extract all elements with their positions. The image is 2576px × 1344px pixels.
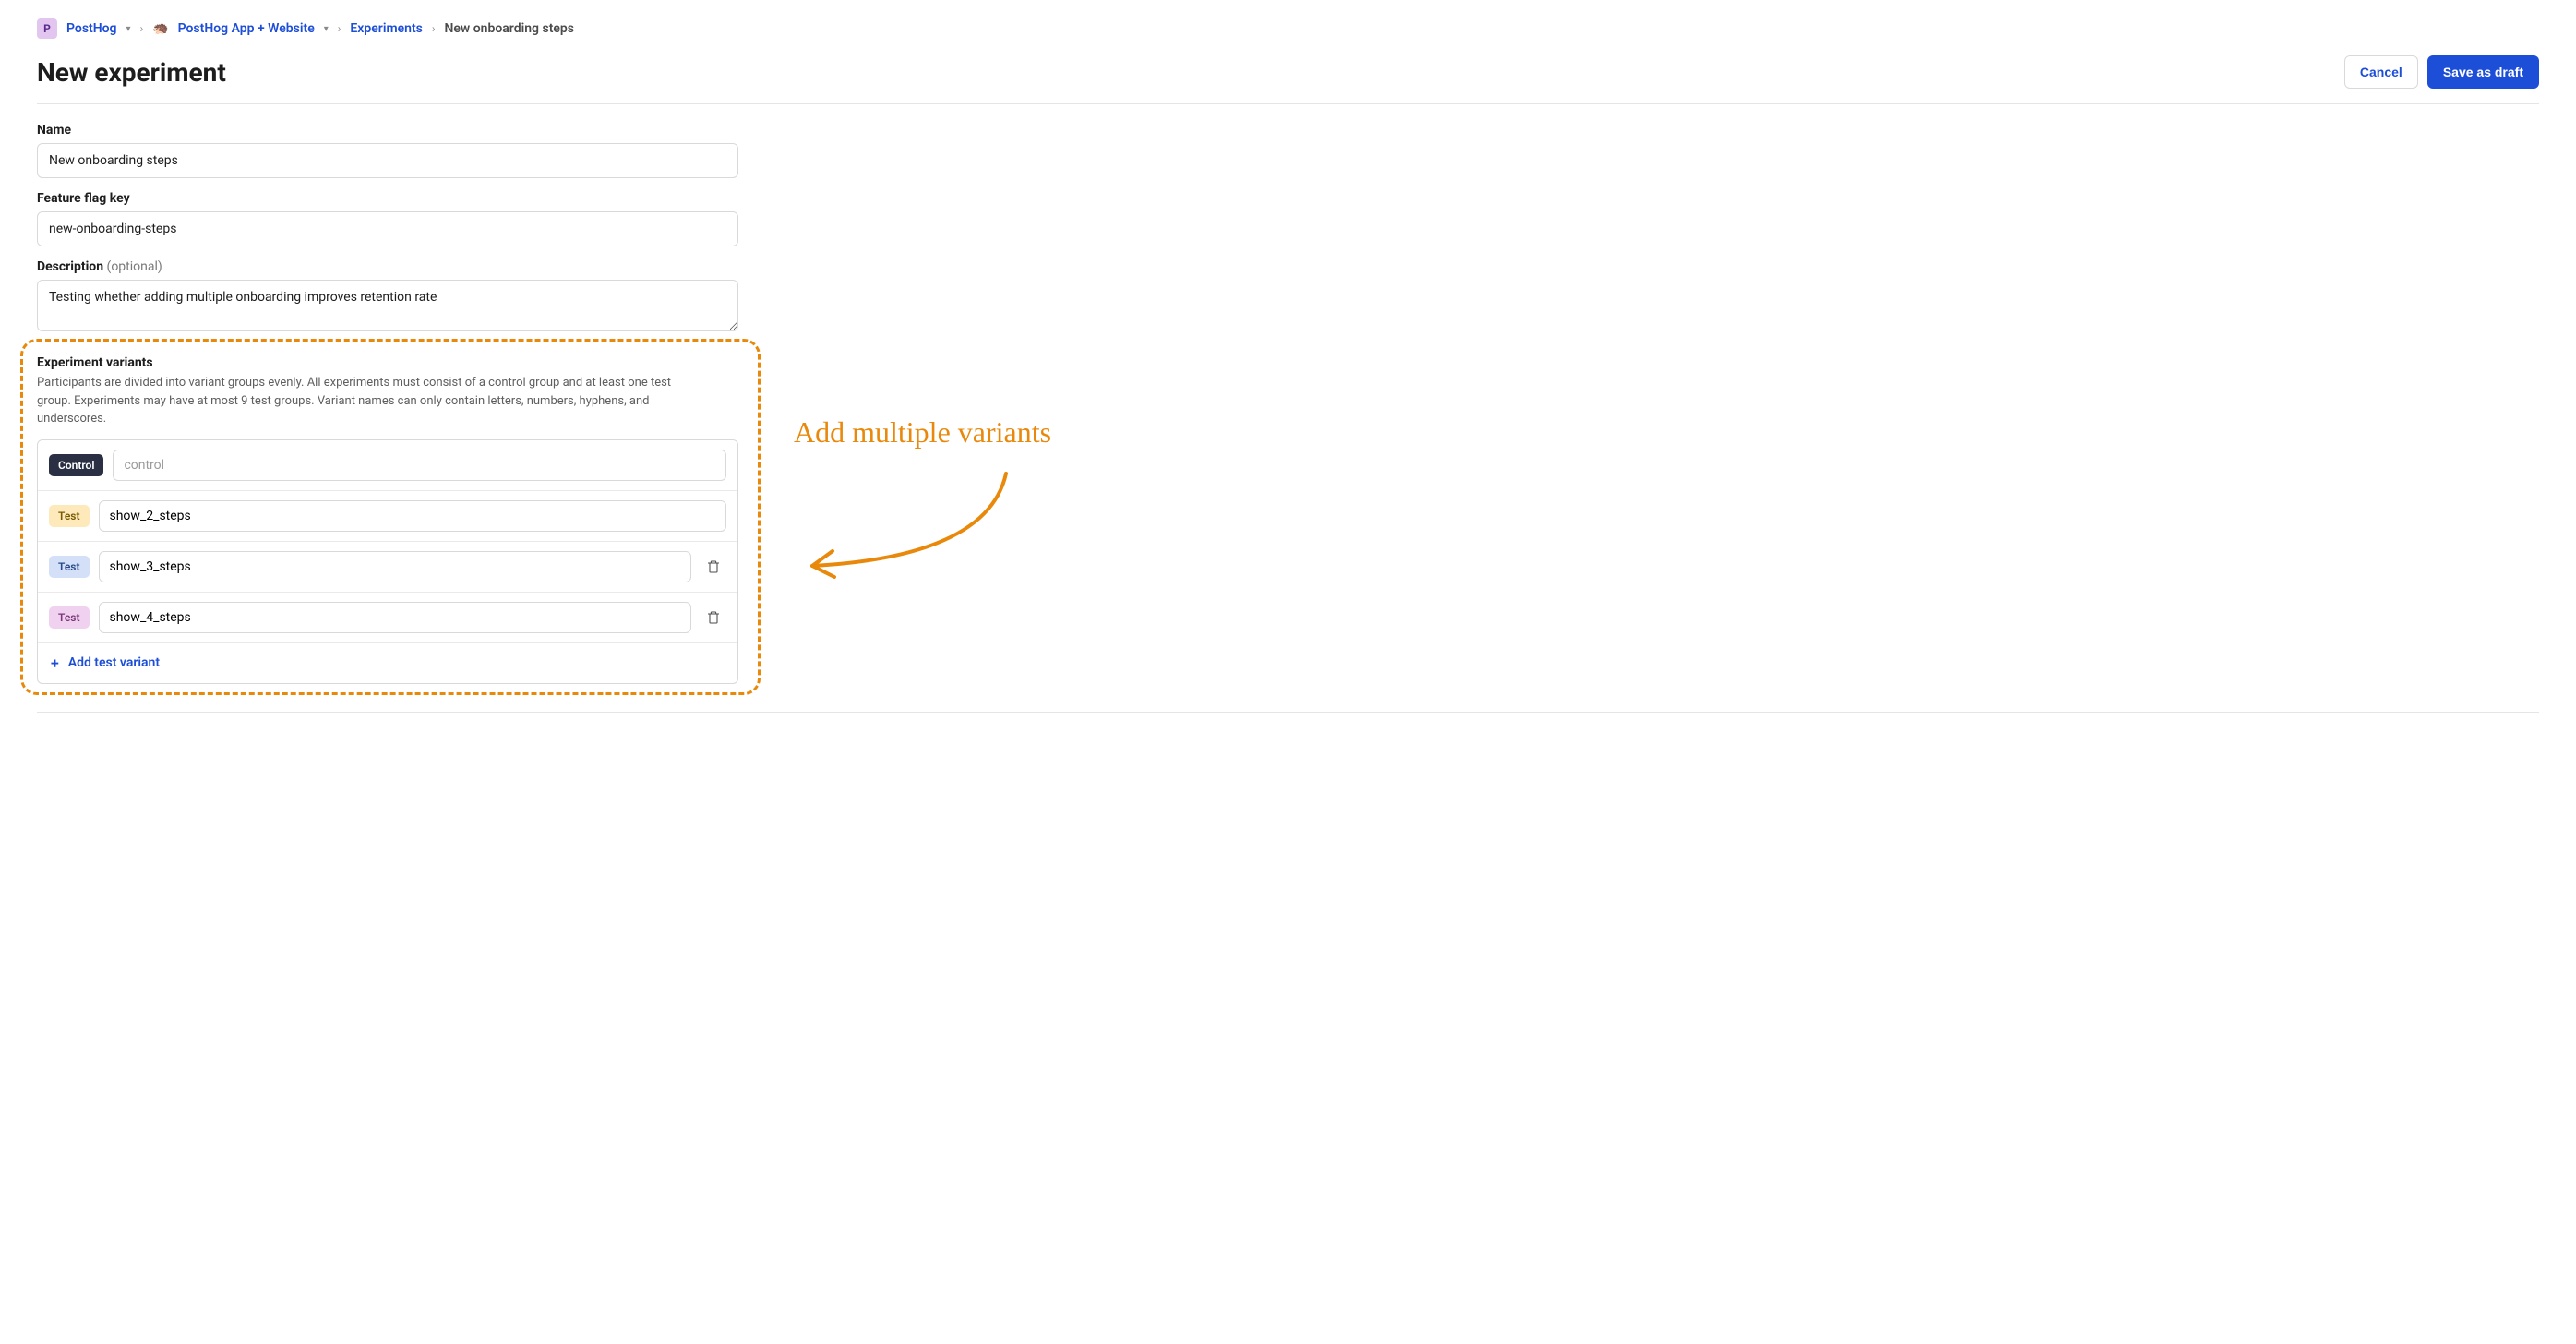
description-optional-suffix: (optional) bbox=[107, 259, 162, 274]
variant-input[interactable] bbox=[99, 551, 692, 582]
field-name: Name bbox=[37, 123, 738, 178]
trash-icon bbox=[706, 610, 721, 625]
variant-row: Test bbox=[38, 491, 737, 542]
form: Name Feature flag key Description (optio… bbox=[37, 123, 738, 684]
chevron-right-icon: › bbox=[432, 22, 436, 35]
chevron-down-icon[interactable]: ▾ bbox=[126, 24, 131, 34]
name-label: Name bbox=[37, 123, 738, 138]
field-flag-key: Feature flag key bbox=[37, 191, 738, 246]
name-input[interactable] bbox=[37, 143, 738, 178]
annotation-text: Add multiple variants bbox=[794, 415, 1274, 450]
chevron-down-icon[interactable]: ▾ bbox=[324, 24, 329, 34]
variant-badge-control: Control bbox=[49, 454, 103, 476]
variant-badge-test: Test bbox=[49, 505, 90, 527]
breadcrumb-section[interactable]: Experiments bbox=[350, 21, 422, 36]
variants-heading: Experiment variants bbox=[37, 355, 738, 370]
flag-key-input[interactable] bbox=[37, 211, 738, 246]
save-draft-button[interactable]: Save as draft bbox=[2427, 55, 2539, 89]
variant-badge-test: Test bbox=[49, 556, 90, 578]
annotation-arrow-icon bbox=[794, 464, 1034, 584]
variant-row: Control bbox=[38, 440, 737, 491]
add-test-variant-button[interactable]: + Add test variant bbox=[38, 643, 737, 683]
flag-key-label: Feature flag key bbox=[37, 191, 738, 206]
header-actions: Cancel Save as draft bbox=[2344, 55, 2539, 89]
breadcrumb-org[interactable]: PostHog bbox=[66, 21, 117, 36]
variant-row: Test bbox=[38, 542, 737, 593]
variant-row: Test bbox=[38, 593, 737, 643]
breadcrumb-project[interactable]: PostHog App + Website bbox=[178, 21, 315, 36]
variant-input[interactable] bbox=[99, 602, 692, 633]
breadcrumb: P PostHog ▾ › 🦔 PostHog App + Website ▾ … bbox=[37, 18, 2539, 39]
page-header: New experiment Cancel Save as draft bbox=[37, 55, 2539, 104]
description-label-text: Description bbox=[37, 259, 103, 274]
variant-input[interactable] bbox=[99, 500, 727, 532]
plus-icon: + bbox=[51, 654, 59, 672]
annotation: Add multiple variants bbox=[794, 415, 1274, 655]
org-logo-badge[interactable]: P bbox=[37, 18, 57, 39]
cancel-button[interactable]: Cancel bbox=[2344, 55, 2418, 89]
variants-section: Experiment variants Participants are div… bbox=[37, 348, 738, 684]
trash-icon bbox=[706, 559, 721, 574]
page-title: New experiment bbox=[37, 57, 226, 88]
delete-variant-button[interactable] bbox=[701, 605, 726, 630]
page-root: P PostHog ▾ › 🦔 PostHog App + Website ▾ … bbox=[37, 18, 2539, 713]
variants-card: Control Test Test Test bbox=[37, 439, 738, 684]
hedgehog-icon: 🦔 bbox=[152, 21, 168, 36]
divider bbox=[37, 712, 2539, 713]
variants-help-text: Participants are divided into variant gr… bbox=[37, 374, 701, 428]
description-label: Description (optional) bbox=[37, 259, 738, 274]
delete-variant-button[interactable] bbox=[701, 554, 726, 580]
add-variant-label: Add test variant bbox=[68, 655, 160, 670]
field-description: Description (optional) Testing whether a… bbox=[37, 259, 738, 335]
chevron-right-icon: › bbox=[140, 22, 144, 35]
chevron-right-icon: › bbox=[338, 22, 341, 35]
description-textarea[interactable]: Testing whether adding multiple onboardi… bbox=[37, 280, 738, 331]
variant-input[interactable] bbox=[113, 450, 726, 481]
variant-badge-test: Test bbox=[49, 606, 90, 629]
breadcrumb-current: New onboarding steps bbox=[444, 21, 574, 36]
